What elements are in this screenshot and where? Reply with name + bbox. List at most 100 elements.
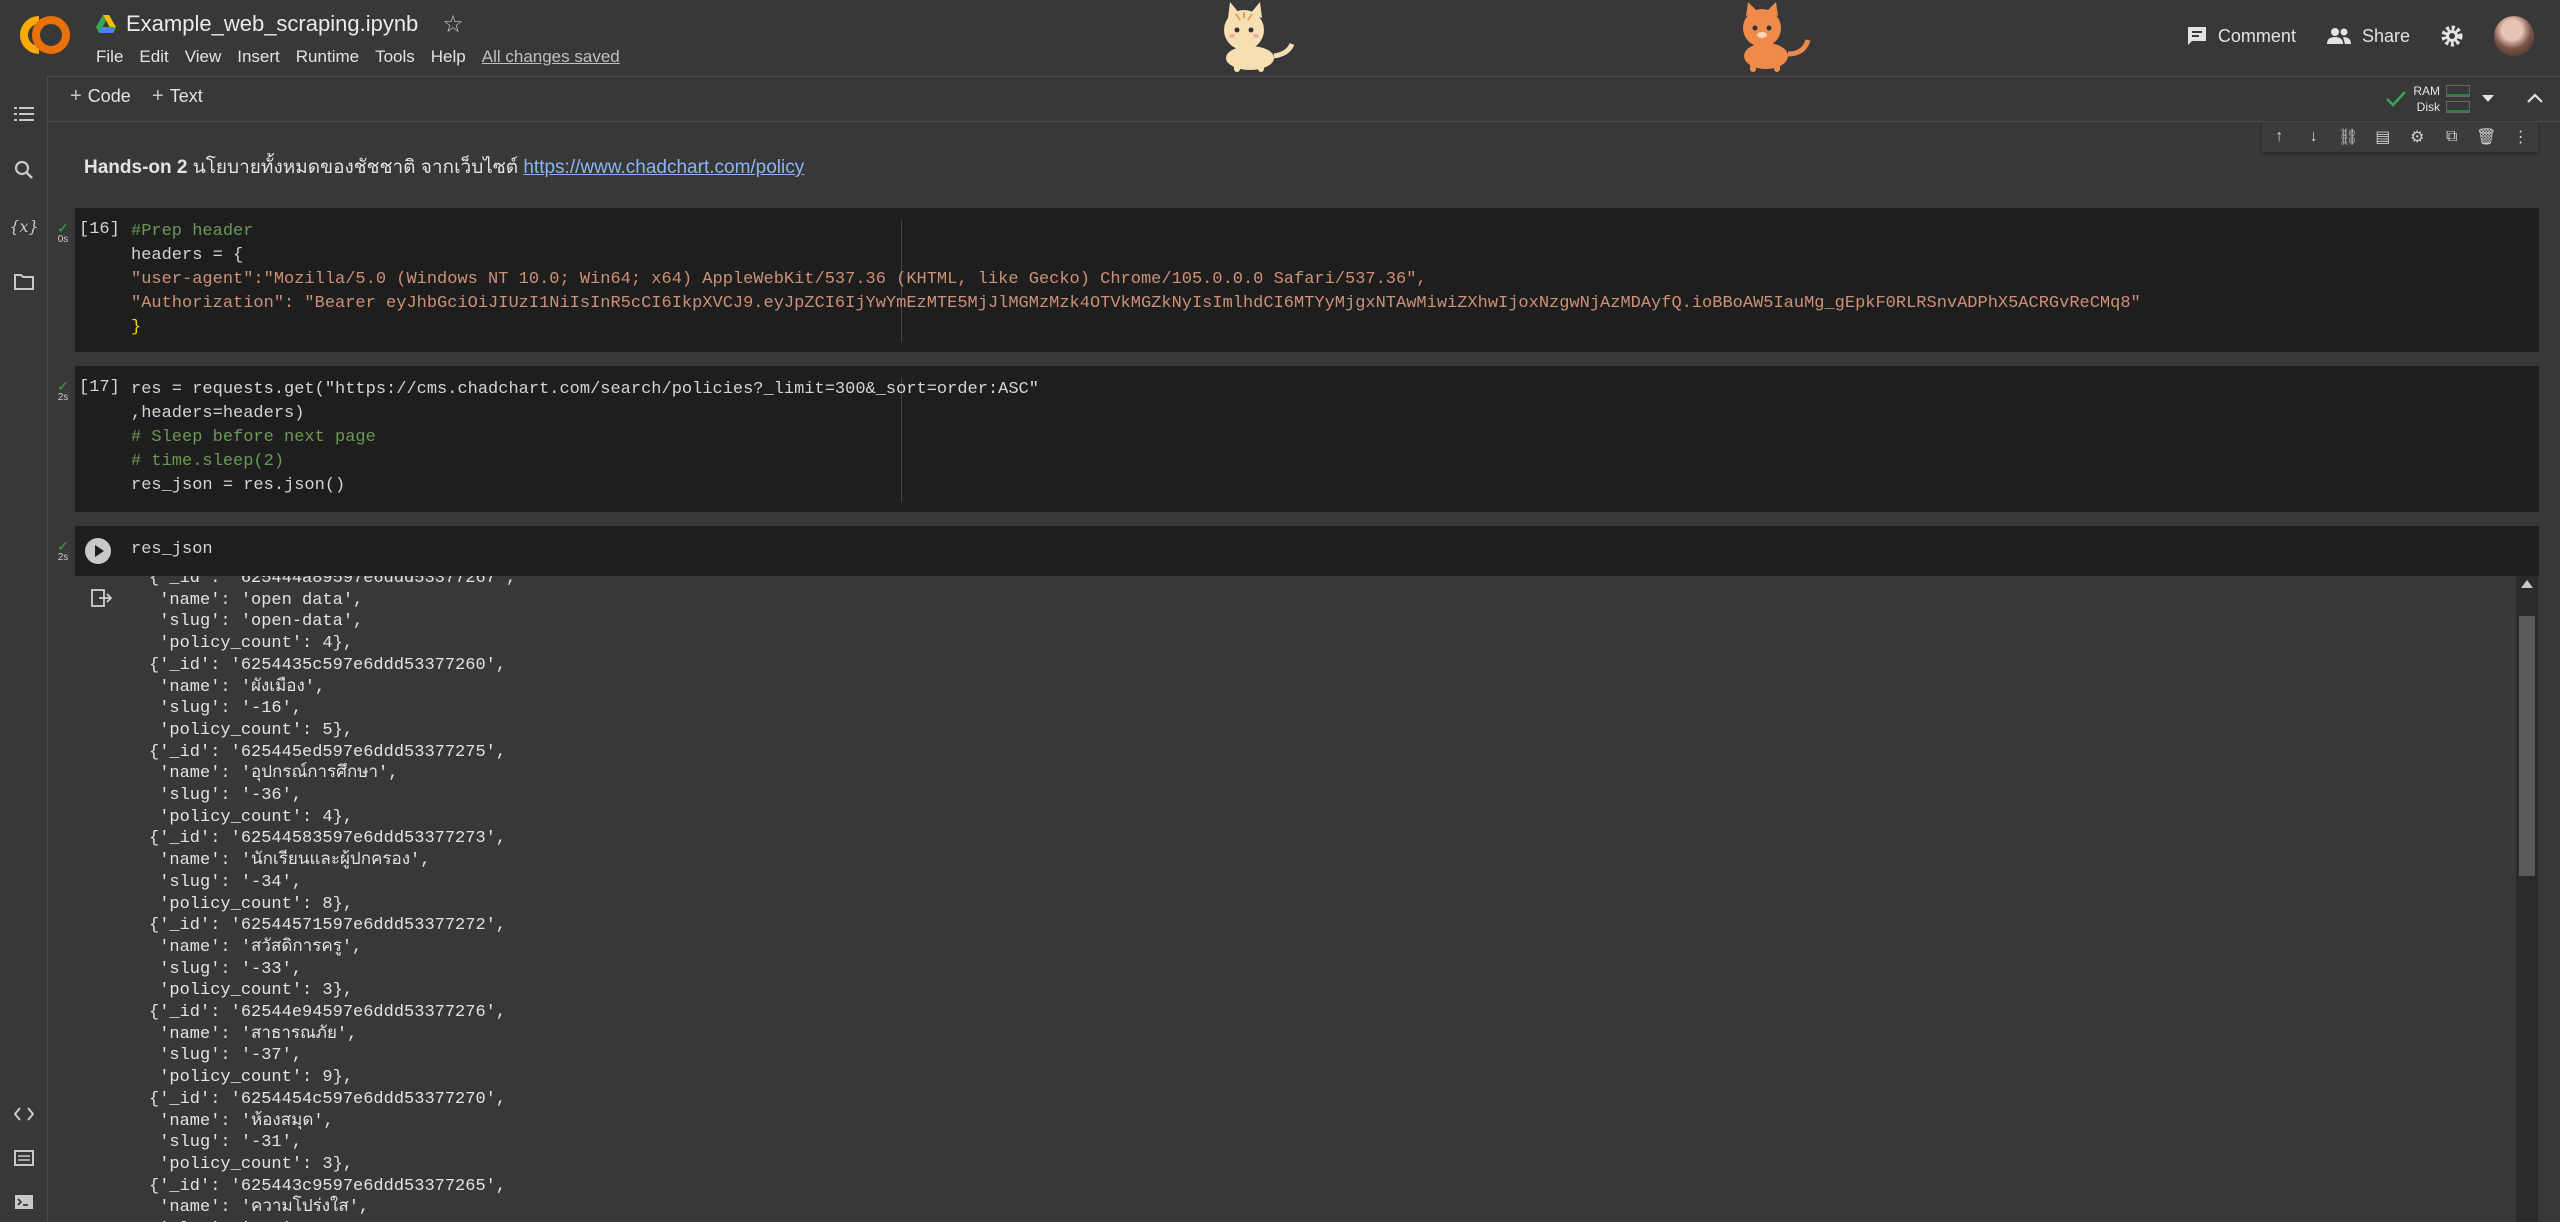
command-palette-icon[interactable] xyxy=(12,1146,36,1170)
output-line: 'policy_count': 3}, xyxy=(149,1154,354,1174)
exec-time: 0s xyxy=(57,234,69,245)
menu-runtime[interactable]: Runtime xyxy=(288,44,367,70)
code-editor[interactable]: res_json xyxy=(131,538,213,562)
output-line: {'_id': '625445ed597e6ddd53377275', xyxy=(149,742,507,762)
arrow-down-icon[interactable]: ↓ xyxy=(2302,125,2326,149)
gear-icon[interactable] xyxy=(2440,24,2464,48)
code-line: # Sleep before next page xyxy=(131,428,376,447)
settings-icon[interactable]: ⚙ xyxy=(2405,125,2429,149)
notebook-name[interactable]: Example_web_scraping.ipynb xyxy=(126,11,418,37)
output-line: {'_id': '62544e94597e6ddd53377276', xyxy=(149,1003,507,1023)
search-icon[interactable] xyxy=(12,158,36,182)
drive-icon[interactable] xyxy=(96,15,116,33)
file-title: Example_web_scraping.ipynb ☆ xyxy=(96,8,464,40)
code-line: # time.sleep(2) xyxy=(131,452,285,471)
exec-count: [16] xyxy=(79,220,120,239)
folder-icon[interactable] xyxy=(12,270,36,294)
chevron-up-icon[interactable] xyxy=(2526,91,2544,105)
exec-count: [17] xyxy=(79,378,120,397)
save-status[interactable]: All changes saved xyxy=(474,44,628,70)
people-icon xyxy=(2326,28,2351,44)
output-line: 'slug': '-37', xyxy=(149,1046,303,1066)
add-code-label: Code xyxy=(87,86,131,106)
output-line: 'policy_count': 4}, xyxy=(149,807,354,827)
output-line: {'_id': '6254454c597e6ddd53377270', xyxy=(149,1089,507,1109)
comment-button[interactable]: Comment xyxy=(2186,25,2296,47)
output-line: 'policy_count': 9}, xyxy=(149,1068,354,1088)
add-code-cell-button[interactable]: + Code xyxy=(70,85,131,108)
more-vert-icon[interactable]: ⋮ xyxy=(2509,125,2533,149)
code-line: res_json xyxy=(131,540,213,559)
code-snippets-icon[interactable] xyxy=(12,1102,36,1126)
code-line: "user-agent":"Mozilla/5.0 (Windows NT 10… xyxy=(131,270,1427,289)
output-line: 'slug': '-34', xyxy=(149,872,303,892)
output-line: 'name': 'open data', xyxy=(149,590,364,610)
app-header: Example_web_scraping.ipynb ☆ File Edit V… xyxy=(0,0,2560,76)
check-icon: ✓ xyxy=(57,220,69,236)
add-text-cell-button[interactable]: + Text xyxy=(152,85,203,108)
mirror-cell-icon[interactable]: ⧉ xyxy=(2440,125,2464,149)
output-line: 'name': 'สวัสดิการครู', xyxy=(149,937,363,957)
menu-insert[interactable]: Insert xyxy=(229,44,288,70)
avatar[interactable] xyxy=(2494,16,2534,56)
comment-icon[interactable]: ▤ xyxy=(2371,125,2395,149)
link-icon[interactable]: ⛓ xyxy=(2336,125,2360,149)
arrow-up-icon[interactable]: ↑ xyxy=(2267,125,2291,149)
clear-output-icon[interactable] xyxy=(91,588,113,608)
output-line: {'_id': '625443c9597e6ddd53377265', xyxy=(149,1176,507,1196)
star-icon[interactable]: ☆ xyxy=(442,10,464,39)
output-line: 'policy_count': 4}, xyxy=(149,634,354,654)
output-line: 'slug': '-33', xyxy=(149,959,303,979)
cat-sticker xyxy=(1224,2,1295,72)
runtime-dropdown-icon[interactable] xyxy=(2482,95,2494,102)
comment-label: Comment xyxy=(2217,25,2296,46)
comment-icon xyxy=(2187,27,2206,45)
resources-indicator[interactable]: RAM Disk xyxy=(2385,83,2470,115)
menu-help[interactable]: Help xyxy=(423,44,474,70)
output-line: {'_id': '62544583597e6ddd53377273', xyxy=(149,829,507,849)
exec-time: 2s xyxy=(57,552,69,563)
code-cell[interactable]: res_json xyxy=(75,526,2539,576)
cell-output[interactable]: {'_id': '625444a89597e6ddd53377267', 'na… xyxy=(75,576,2539,1222)
code-editor[interactable]: #Prep header headers = { "user-agent":"M… xyxy=(131,220,2141,340)
code-editor[interactable]: res = requests.get("https://cms.chadchar… xyxy=(131,378,1039,498)
exec-time: 2s xyxy=(57,392,69,403)
text-cell[interactable]: Hands-on 2 นโยบายทั้งหมดของชัชชาติ จากเว… xyxy=(84,152,804,182)
text-cell-body: นโยบายทั้งหมดของชัชชาติ จากเว็บไซต์ xyxy=(187,157,524,178)
disk-bar xyxy=(2446,101,2470,113)
menu-view[interactable]: View xyxy=(177,44,230,70)
code-cell[interactable]: [16] #Prep header headers = { "user-agen… xyxy=(75,208,2539,352)
output-line: 'name': 'ผังเมือง', xyxy=(149,677,326,697)
output-line: {'_id': '62544571597e6ddd53377272', xyxy=(149,916,507,936)
menu-edit[interactable]: Edit xyxy=(131,44,176,70)
code-line: res = requests.get("https://cms.chadchar… xyxy=(131,380,1039,399)
output-line: 'slug': 'open-data', xyxy=(149,612,364,632)
cell-status: ✓ 2s xyxy=(52,538,74,563)
colab-logo[interactable] xyxy=(18,14,72,56)
delete-icon[interactable]: 🗑 xyxy=(2474,125,2498,149)
disk-label: Disk xyxy=(2416,100,2440,114)
share-button[interactable]: Share xyxy=(2326,26,2410,47)
policy-link[interactable]: https://www.chadchart.com/policy xyxy=(523,157,804,178)
notebook-toolbar: + Code + Text RAM Disk xyxy=(48,76,2560,122)
output-line: 'policy_count': 5}, xyxy=(149,720,354,740)
scroll-up-arrow-icon[interactable] xyxy=(2521,580,2533,588)
cell-status: ✓ 0s xyxy=(52,220,74,245)
table-of-contents-icon[interactable] xyxy=(12,102,36,126)
menu-file[interactable]: File xyxy=(88,44,131,70)
scroll-thumb[interactable] xyxy=(2519,616,2535,876)
check-icon: ✓ xyxy=(57,378,69,394)
output-scrollbar[interactable] xyxy=(2516,576,2538,1222)
resource-bars xyxy=(2446,85,2470,113)
run-cell-button[interactable] xyxy=(85,538,111,564)
output-line: {'_id': '625444a89597e6ddd53377267', xyxy=(149,576,517,588)
menu-tools[interactable]: Tools xyxy=(367,44,423,70)
code-line: #Prep header xyxy=(131,222,254,241)
check-icon: ✓ xyxy=(57,538,69,554)
output-line: 'name': 'อุปกรณ์การศึกษา', xyxy=(149,764,399,784)
ram-label: RAM xyxy=(2413,84,2440,98)
variables-icon[interactable]: {x} xyxy=(9,214,38,238)
code-cell[interactable]: [17] res = requests.get("https://cms.cha… xyxy=(75,366,2539,512)
terminal-icon[interactable] xyxy=(12,1190,36,1214)
header-actions: Comment Share xyxy=(2186,16,2534,56)
